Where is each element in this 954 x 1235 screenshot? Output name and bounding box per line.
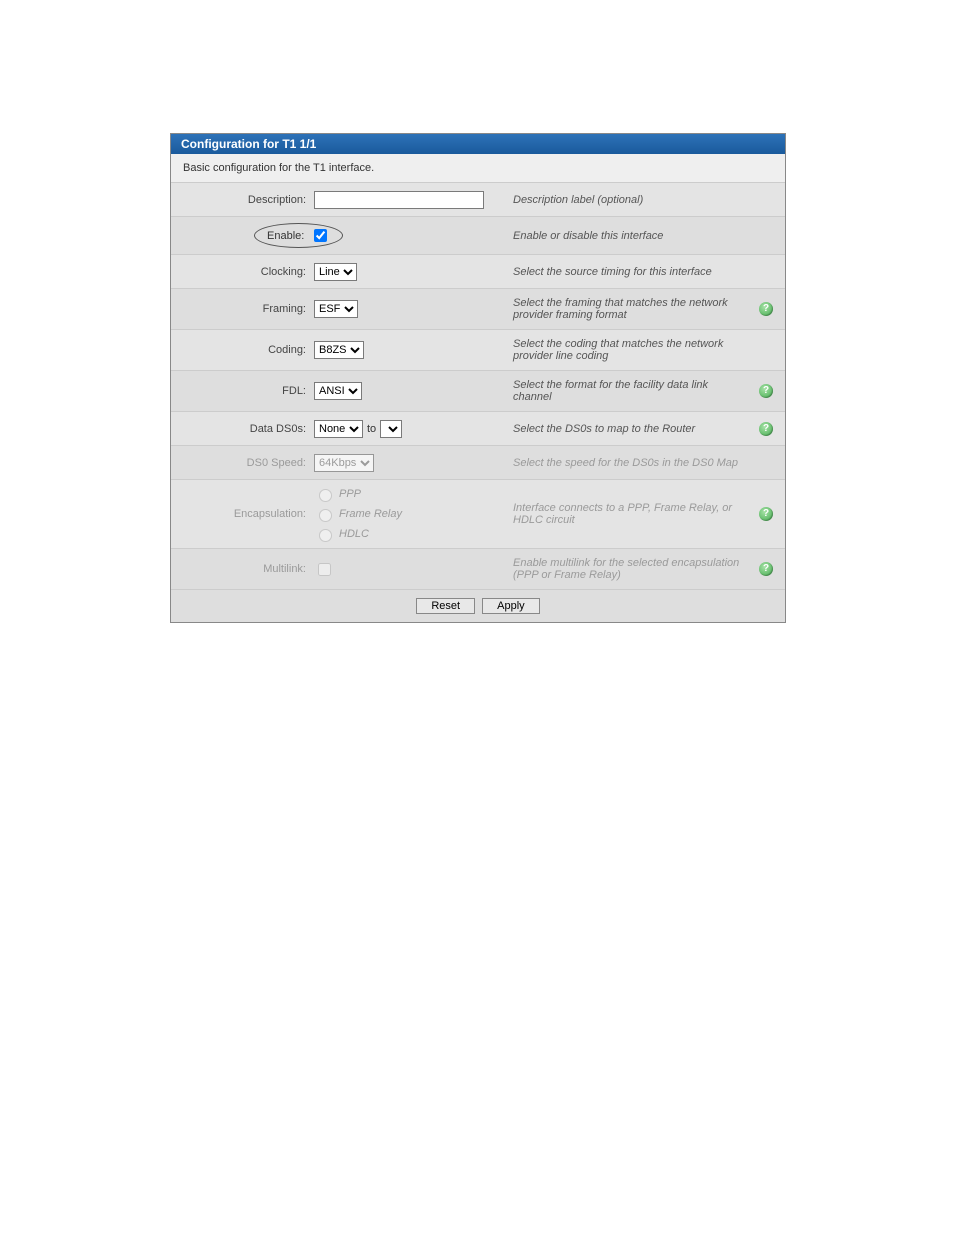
label-multilink: Multilink:: [179, 563, 314, 575]
label-encapsulation: Encapsulation:: [179, 508, 314, 520]
fdl-select[interactable]: ANSI: [314, 382, 362, 400]
label-fdl: FDL:: [179, 385, 314, 397]
label-clocking: Clocking:: [179, 266, 314, 278]
row-data-ds0s: Data DS0s: None to Select the DS0s to ma…: [171, 412, 785, 446]
help-framing: Select the framing that matches the netw…: [509, 295, 755, 323]
button-bar: Reset Apply: [171, 590, 785, 622]
encapsulation-radio-group: PPP Frame Relay HDLC: [314, 486, 402, 542]
radio-hdlc: [319, 529, 332, 542]
label-data-ds0s: Data DS0s:: [179, 423, 314, 435]
help-ds0-speed: Select the speed for the DS0s in the DS0…: [509, 455, 755, 471]
radio-ppp: [319, 489, 332, 502]
help-description: Description label (optional): [509, 192, 755, 208]
help-icon[interactable]: ?: [759, 384, 773, 398]
help-fdl: Select the format for the facility data …: [509, 377, 755, 405]
help-coding: Select the coding that matches the netwo…: [509, 336, 755, 364]
help-icon[interactable]: ?: [759, 562, 773, 576]
row-multilink: Multilink: Enable multilink for the sele…: [171, 549, 785, 590]
help-multilink: Enable multilink for the selected encaps…: [509, 555, 755, 583]
radio-frame-relay: [319, 509, 332, 522]
row-enable: Enable: Enable or disable this interface: [171, 217, 785, 255]
config-panel: Configuration for T1 1/1 Basic configura…: [170, 133, 786, 623]
clocking-select[interactable]: Line: [314, 263, 357, 281]
label-description: Description:: [179, 194, 314, 206]
framing-select[interactable]: ESF: [314, 300, 358, 318]
ds0-to-select[interactable]: [380, 420, 402, 438]
help-data-ds0s: Select the DS0s to map to the Router: [509, 421, 755, 437]
row-coding: Coding: B8ZS Select the coding that matc…: [171, 330, 785, 371]
label-coding: Coding:: [179, 344, 314, 356]
ds0-speed-select: 64Kbps: [314, 454, 374, 472]
ds0-to-label: to: [367, 423, 376, 435]
label-enable: Enable:: [267, 230, 304, 242]
panel-title: Configuration for T1 1/1: [171, 134, 785, 154]
help-enable: Enable or disable this interface: [509, 228, 755, 244]
ds0-from-select[interactable]: None: [314, 420, 363, 438]
multilink-checkbox: [318, 563, 331, 576]
radio-frame-relay-label: Frame Relay: [339, 508, 402, 520]
row-description: Description: Description label (optional…: [171, 183, 785, 217]
help-encapsulation: Interface connects to a PPP, Frame Relay…: [509, 500, 755, 528]
help-icon[interactable]: ?: [759, 422, 773, 436]
panel-subhead: Basic configuration for the T1 interface…: [171, 154, 785, 183]
coding-select[interactable]: B8ZS: [314, 341, 364, 359]
help-icon[interactable]: ?: [759, 302, 773, 316]
row-encapsulation: Encapsulation: PPP Frame Relay HDLC Inte…: [171, 480, 785, 549]
row-ds0-speed: DS0 Speed: 64Kbps Select the speed for t…: [171, 446, 785, 480]
help-clocking: Select the source timing for this interf…: [509, 264, 755, 280]
description-input[interactable]: [314, 191, 484, 209]
help-icon[interactable]: ?: [759, 507, 773, 521]
form-rows: Description: Description label (optional…: [171, 183, 785, 590]
row-framing: Framing: ESF Select the framing that mat…: [171, 289, 785, 330]
row-clocking: Clocking: Line Select the source timing …: [171, 255, 785, 289]
enable-checkbox[interactable]: [314, 229, 327, 242]
radio-hdlc-label: HDLC: [339, 528, 369, 540]
label-ds0-speed: DS0 Speed:: [179, 457, 314, 469]
row-fdl: FDL: ANSI Select the format for the faci…: [171, 371, 785, 412]
radio-ppp-label: PPP: [339, 488, 361, 500]
enable-highlight: Enable:: [254, 223, 343, 248]
label-framing: Framing:: [179, 303, 314, 315]
reset-button[interactable]: Reset: [416, 598, 475, 614]
apply-button[interactable]: Apply: [482, 598, 540, 614]
